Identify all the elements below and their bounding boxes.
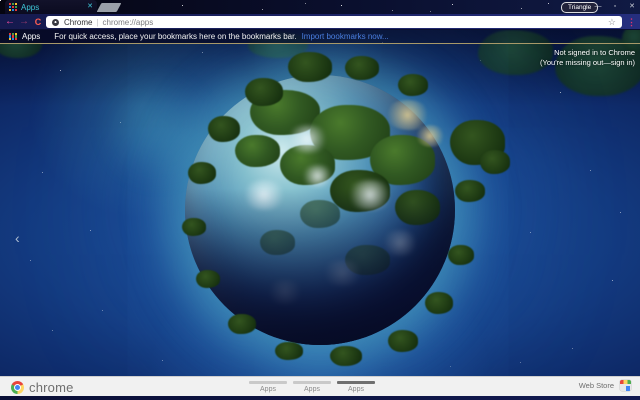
indicator-line [249, 381, 287, 384]
bookmark-star-icon[interactable]: ☆ [608, 17, 616, 28]
apps-grid-favicon-icon [9, 3, 17, 11]
signin-notice: Not signed in to Chrome (You're missing … [540, 48, 635, 68]
tree-blob [288, 52, 332, 82]
web-store-icon [620, 380, 631, 391]
web-store-link[interactable]: Web Store [579, 380, 631, 391]
page-indicators: Apps Apps Apps [246, 379, 378, 393]
tree-blob [425, 292, 453, 314]
tree-blob [388, 330, 418, 352]
tree-blob [448, 245, 474, 265]
page-indicator-apps-2[interactable]: Apps [290, 379, 334, 393]
indicator-line [293, 381, 331, 384]
tree-blob [455, 180, 485, 202]
omnibox-site-name: Chrome [64, 17, 93, 27]
web-store-label: Web Store [578, 381, 614, 390]
bookmarks-hint-text: For quick access, place your bookmarks h… [54, 32, 297, 41]
chrome-wordmark: chrome [29, 380, 74, 395]
apps-grid-icon [9, 32, 17, 41]
tab-apps[interactable]: Apps ✕ [5, 0, 97, 14]
omnibox-address-bar[interactable]: Chrome | chrome://apps ☆ [46, 16, 622, 28]
tree-blob [208, 116, 240, 142]
chrome-brand: chrome [11, 380, 74, 395]
indicator-label: Apps [304, 386, 320, 393]
tab-strip: Apps ✕ Triangle — ▫ ✕ [0, 0, 640, 14]
minimize-icon[interactable]: — [592, 0, 604, 14]
new-tab-page-background: ‹ [0, 30, 640, 376]
bookmarks-apps-item[interactable]: Apps [9, 32, 40, 41]
tree-blob [480, 150, 510, 174]
forward-icon[interactable]: → [18, 14, 30, 30]
reload-icon[interactable]: C [32, 14, 44, 30]
page-indicator-apps-3[interactable]: Apps [334, 379, 378, 393]
tab-label: Apps [21, 2, 40, 12]
omnibox-separator: | [96, 17, 99, 27]
import-bookmarks-link[interactable]: Import bookmarks now... [302, 32, 389, 41]
tree-blob [275, 342, 303, 360]
tab-close-icon[interactable]: ✕ [87, 0, 93, 14]
tree-blob [182, 218, 206, 236]
ntp-footer: chrome Apps Apps Apps Web Store [0, 376, 640, 396]
footer-accent-strip [0, 396, 640, 400]
bookmarks-apps-label: Apps [22, 32, 41, 41]
tree-blob [330, 346, 362, 366]
new-tab-button[interactable] [96, 3, 122, 12]
omnibox-url[interactable]: chrome://apps [103, 18, 608, 27]
tree-blob [228, 314, 256, 334]
tree-blob [196, 270, 220, 288]
page-info-icon[interactable] [52, 18, 59, 26]
back-icon[interactable]: ← [4, 14, 16, 30]
tree-blob [345, 56, 379, 80]
browser-menu-icon[interactable]: ⋮ [627, 14, 636, 30]
browser-window: Apps ✕ Triangle — ▫ ✕ ← → C Chrome | chr… [0, 0, 640, 400]
chrome-logo-icon [11, 381, 24, 394]
signin-line1: Not signed in to Chrome [554, 48, 635, 57]
page-indicator-apps-1[interactable]: Apps [246, 379, 290, 393]
toolbar: ← → C Chrome | chrome://apps ☆ ⋮ [0, 14, 640, 30]
tree-blob [188, 162, 216, 184]
close-icon[interactable]: ✕ [626, 0, 638, 14]
frame-stars-decoration [0, 0, 1, 1]
window-controls: — ▫ ✕ [592, 0, 638, 14]
signin-link[interactable]: (You're missing out—sign in) [540, 58, 635, 68]
previous-page-chevron-icon[interactable]: ‹ [15, 230, 20, 246]
planet-image [182, 52, 510, 366]
indicator-label: Apps [260, 386, 276, 393]
indicator-line [337, 381, 375, 384]
tree-blob [398, 74, 428, 96]
tree-blob [245, 78, 283, 106]
maximize-icon[interactable]: ▫ [609, 0, 621, 14]
indicator-label: Apps [348, 386, 364, 393]
bookmarks-bar: Apps For quick access, place your bookma… [0, 30, 640, 44]
